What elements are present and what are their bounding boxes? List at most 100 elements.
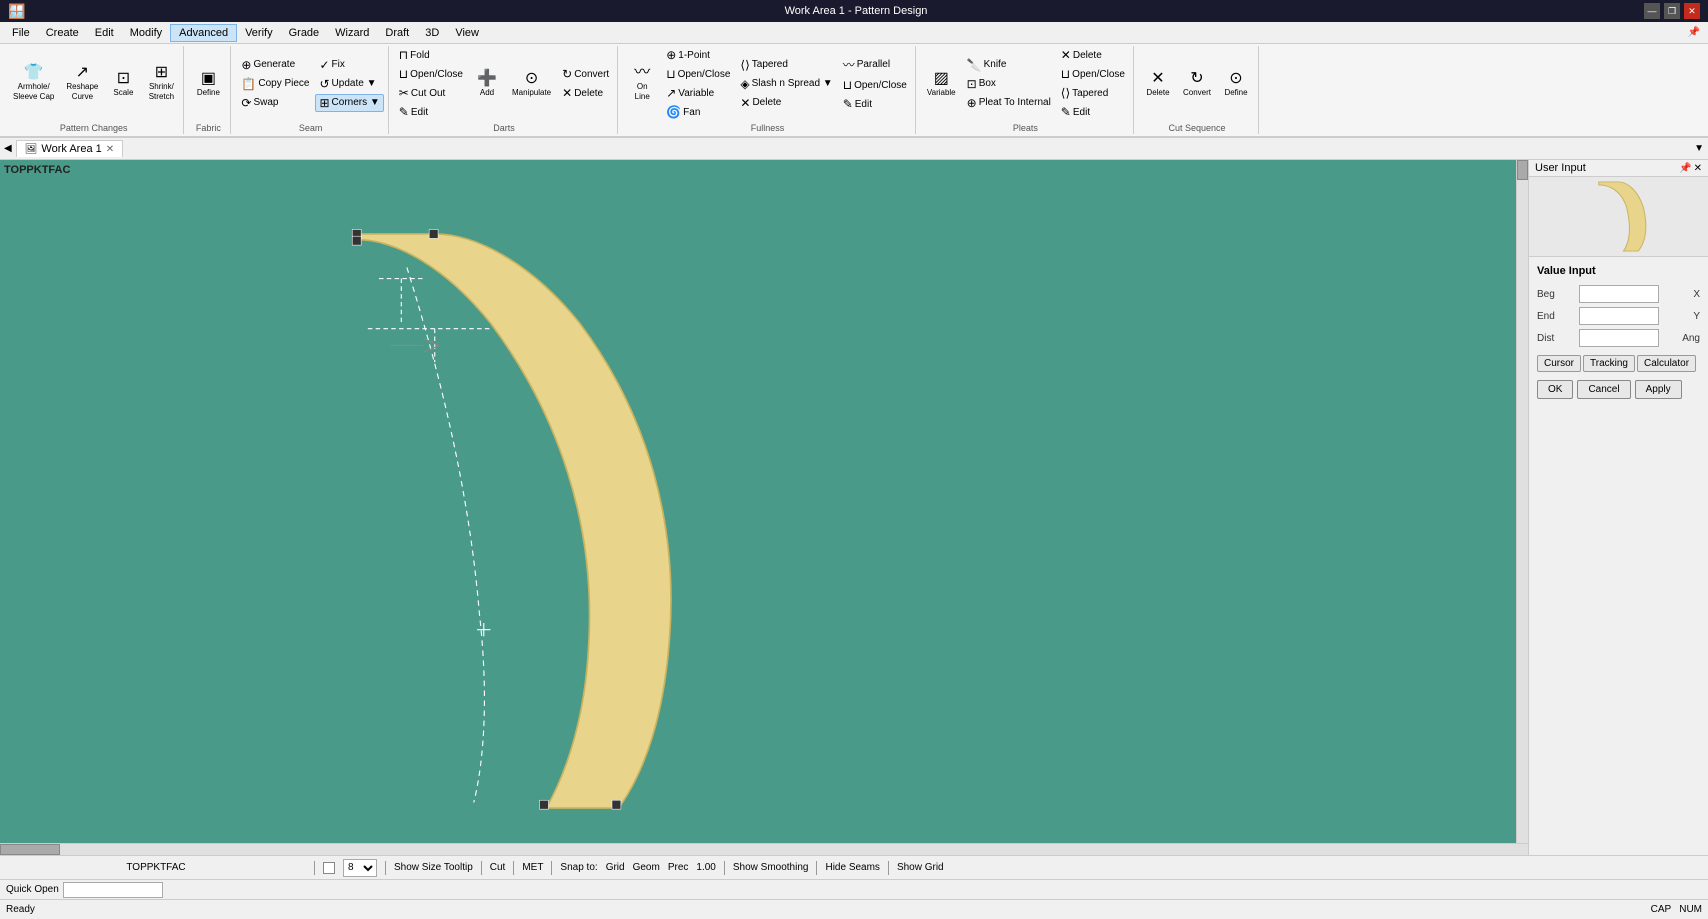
pleats-open-close-button[interactable]: ⊔ Open/Close <box>1057 65 1129 83</box>
pleats-edit-button[interactable]: ✎ Edit <box>1057 103 1129 121</box>
menu-bar: File Create Edit Modify Advanced Verify … <box>0 22 1708 44</box>
corners-button[interactable]: ⊞ Corners ▼ <box>315 94 383 112</box>
maximize-button[interactable]: ❐ <box>1664 3 1680 19</box>
update-button[interactable]: ↺ Update ▼ <box>315 75 383 93</box>
fullness-open-close2-button[interactable]: ⊔ Open/Close <box>839 76 911 94</box>
quickopen-bar: Quick Open <box>0 879 1708 899</box>
work-area-tab[interactable]: 🖼 Work Area 1 ✕ <box>16 140 123 157</box>
fabric-define-button[interactable]: ▣ Define <box>190 68 226 100</box>
zoom-select[interactable]: 8 4 2 1 16 <box>343 859 377 877</box>
cut-convert-button[interactable]: ↻ Convert <box>1178 68 1216 100</box>
right-panel-controls[interactable]: 📌 ✕ <box>1679 163 1702 174</box>
horizontal-scrollbar[interactable] <box>0 843 1528 855</box>
cut-convert-icon: ↻ <box>1190 71 1203 87</box>
fold-label: Fold <box>410 50 429 61</box>
menu-edit[interactable]: Edit <box>87 25 122 41</box>
quick-open-input[interactable] <box>63 882 163 898</box>
apply-button[interactable]: Apply <box>1635 380 1682 399</box>
darts-delete-button[interactable]: ✕ Delete <box>558 84 613 102</box>
slash-spread-button[interactable]: ◈ Slash n Spread ▼ <box>736 75 836 93</box>
fullness-edit-button[interactable]: ✎ Edit <box>839 95 911 113</box>
beg-row: Beg X <box>1537 285 1700 303</box>
minimize-button[interactable]: — <box>1644 3 1660 19</box>
calculator-button[interactable]: Calculator <box>1637 355 1696 372</box>
menu-wizard[interactable]: Wizard <box>327 25 377 41</box>
pleats-variable-button[interactable]: ▨ Variable <box>922 68 961 100</box>
end-y-input[interactable] <box>1579 307 1659 325</box>
status-bar: TOPPKTFAC 8 4 2 1 16 Show Size Tooltip C… <box>0 855 1708 879</box>
menu-view[interactable]: View <box>447 25 487 41</box>
cut-define-icon: ⊙ <box>1229 71 1242 87</box>
menu-verify[interactable]: Verify <box>237 25 281 41</box>
canvas-area[interactable]: TOPPKTFAC <box>0 160 1516 843</box>
menu-3d[interactable]: 3D <box>417 25 447 41</box>
dist-input[interactable] <box>1579 329 1659 347</box>
tab-close-button[interactable]: ✕ <box>106 144 114 155</box>
pleats-tapered-button[interactable]: ⟨⟩ Tapered <box>1057 84 1129 102</box>
close-button[interactable]: ✕ <box>1684 3 1700 19</box>
panel-pin-button[interactable]: 📌 <box>1679 163 1691 174</box>
convert-button[interactable]: ↻ Convert <box>558 65 613 83</box>
shrink-stretch-button[interactable]: ⊞ Shrink/Stretch <box>143 62 179 104</box>
pleat-internal-button[interactable]: ⊕ Pleat To Internal <box>963 94 1055 112</box>
pleats-delete-button[interactable]: ✕ Delete <box>1057 46 1129 64</box>
scale-button[interactable]: ⊡ Scale <box>105 68 141 100</box>
variable-button[interactable]: ↗ Variable <box>662 84 734 102</box>
menu-modify[interactable]: Modify <box>122 25 170 41</box>
fold-button[interactable]: ⊓ Fold <box>395 46 467 64</box>
parallel-button[interactable]: 〰 Parallel <box>839 54 911 75</box>
cursor-button[interactable]: Cursor <box>1537 355 1581 372</box>
online-button[interactable]: 〰 OnLine <box>624 62 660 104</box>
cut-out-button[interactable]: ✂ Cut Out <box>395 84 467 102</box>
generate-button[interactable]: ⊕ Generate <box>237 56 313 74</box>
pleats-tapered-icon: ⟨⟩ <box>1061 86 1070 100</box>
status-checkbox[interactable] <box>323 862 335 874</box>
title-bar: 🪟 Work Area 1 - Pattern Design — ❐ ✕ <box>0 0 1708 22</box>
fold-icon: ⊓ <box>399 48 408 62</box>
scrollbar-v-thumb[interactable] <box>1517 160 1528 180</box>
swap-icon: ⟳ <box>241 96 251 110</box>
copy-piece-button[interactable]: 📋 Copy Piece <box>237 75 313 93</box>
menu-draft[interactable]: Draft <box>377 25 417 41</box>
pattern-changes-items: 👕 Armhole/Sleeve Cap ↗ ReshapeCurve ⊡ Sc… <box>8 46 179 121</box>
slash-spread-label: Slash n Spread ▼ <box>752 78 833 89</box>
swap-button[interactable]: ⟳ Swap <box>237 94 313 112</box>
darts-open-close-button[interactable]: ⊔ Open/Close <box>395 65 467 83</box>
armhole-sleeve-cap-button[interactable]: 👕 Armhole/Sleeve Cap <box>8 62 59 104</box>
cut-define-button[interactable]: ⊙ Define <box>1218 68 1254 100</box>
fullness-open-close-button[interactable]: ⊔ Open/Close <box>662 65 734 83</box>
beg-x-input[interactable] <box>1579 285 1659 303</box>
ok-button[interactable]: OK <box>1537 380 1573 399</box>
menu-file[interactable]: File <box>4 25 38 41</box>
tab-dropdown[interactable]: ▼ <box>1694 143 1704 154</box>
menu-advanced[interactable]: Advanced <box>170 24 237 42</box>
add-button[interactable]: ➕ Add <box>469 68 505 100</box>
status-sep7 <box>816 861 817 875</box>
one-point-button[interactable]: ⊕ 1-Point <box>662 46 734 64</box>
update-label: Update ▼ <box>332 78 377 89</box>
corner-point-tr <box>429 230 438 239</box>
back-icon[interactable]: ◀ <box>4 143 12 154</box>
menu-create[interactable]: Create <box>38 25 87 41</box>
darts-open-close-icon: ⊔ <box>399 67 408 81</box>
fullness-delete-button[interactable]: ✕ Delete <box>736 94 836 112</box>
window-controls[interactable]: — ❐ ✕ <box>1644 3 1700 19</box>
darts-edit-button[interactable]: ✎ Edit <box>395 103 467 121</box>
knife-button[interactable]: 🔪 Knife <box>963 56 1055 74</box>
cancel-button[interactable]: Cancel <box>1577 380 1630 399</box>
tracking-button[interactable]: Tracking <box>1583 355 1635 372</box>
reshape-curve-button[interactable]: ↗ ReshapeCurve <box>61 62 103 104</box>
fix-button[interactable]: ✓ Fix <box>315 56 383 74</box>
vertical-scrollbar[interactable] <box>1516 160 1528 843</box>
manipulate-button[interactable]: ⊙ Manipulate <box>507 68 556 100</box>
fan-button[interactable]: 🌀 Fan <box>662 103 734 121</box>
pleats-group-label: Pleats <box>922 123 1129 134</box>
cut-delete-button[interactable]: ✕ Delete <box>1140 68 1176 100</box>
panel-close-button[interactable]: ✕ <box>1694 163 1702 174</box>
scrollbar-h-thumb[interactable] <box>0 844 60 855</box>
box-button[interactable]: ⊡ Box <box>963 75 1055 93</box>
toolbar-pin[interactable]: 📌 <box>1688 27 1700 38</box>
menu-grade[interactable]: Grade <box>281 25 328 41</box>
tapered-button[interactable]: ⟨⟩ Tapered <box>736 56 836 74</box>
hide-seams-label: Hide Seams <box>825 862 879 873</box>
